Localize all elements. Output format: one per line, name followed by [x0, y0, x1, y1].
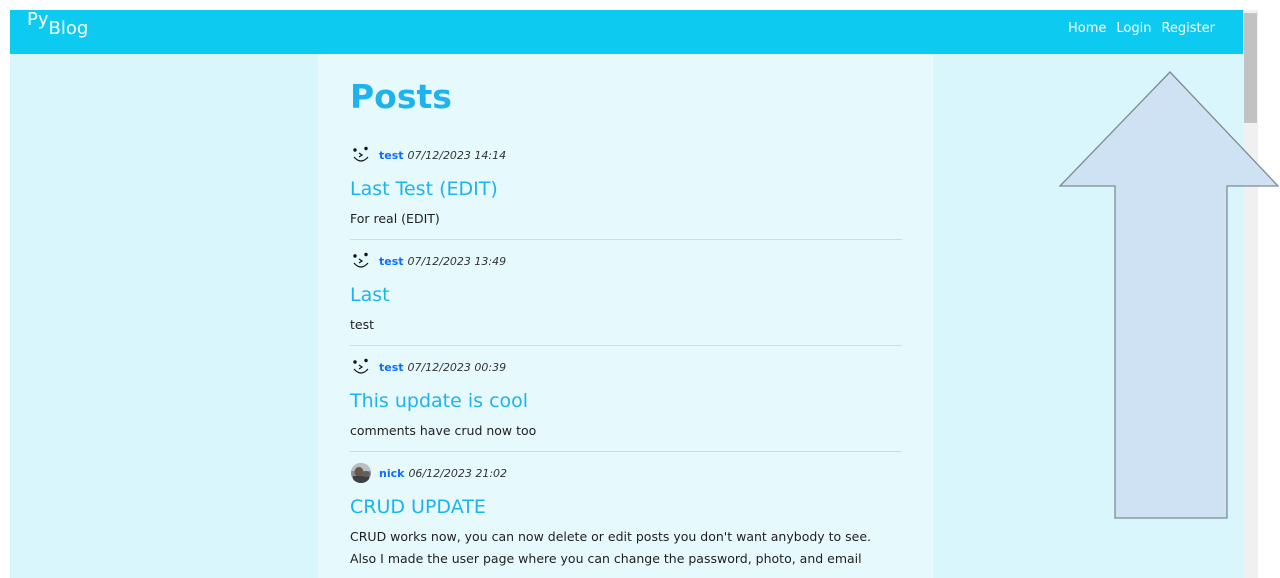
smiley-face-icon[interactable]	[350, 144, 372, 166]
post-body: For real (EDIT)	[350, 211, 440, 226]
page-viewport: PyBlog Home Login Register Posts test 07…	[10, 10, 1243, 578]
post-meta: test 07/12/2023 13:49	[350, 250, 506, 272]
post-title-link[interactable]: Last	[350, 282, 390, 308]
post-meta: nick 06/12/2023 21:02	[350, 462, 507, 484]
post-item: test 07/12/2023 13:49 Last test	[350, 250, 902, 346]
brand-suffix: Blog	[48, 18, 89, 39]
nav-links: Home Login Register	[1068, 20, 1215, 38]
post-author-link[interactable]: test	[379, 255, 404, 268]
smiley-face-icon[interactable]	[350, 356, 372, 378]
page-title: Posts	[350, 77, 452, 116]
post-body: CRUD works now, you can now delete or ed…	[350, 529, 872, 566]
post-author-link[interactable]: test	[379, 361, 404, 374]
scrollbar-thumb[interactable]	[1244, 13, 1257, 123]
posts-container: Posts test 07/12/2023 14:14 Last Test (E…	[318, 54, 933, 578]
post-body: comments have crud now too	[350, 423, 537, 438]
user-photo-icon[interactable]	[350, 462, 372, 484]
post-author-link[interactable]: nick	[379, 467, 404, 480]
brand-prefix: Py	[27, 10, 49, 30]
post-title-link[interactable]: Last Test (EDIT)	[350, 176, 498, 202]
post-author-link[interactable]: test	[379, 149, 404, 162]
post-title-link[interactable]: CRUD UPDATE	[350, 494, 486, 520]
post-date: 06/12/2023 21:02	[408, 466, 508, 480]
post-date: 07/12/2023 13:49	[407, 254, 507, 268]
nav-home-link[interactable]: Home	[1068, 20, 1106, 38]
post-body: test	[350, 317, 375, 332]
post-meta: test 07/12/2023 00:39	[350, 356, 506, 378]
vertical-scrollbar[interactable]	[1243, 10, 1258, 578]
post-item: test 07/12/2023 14:14 Last Test (EDIT) F…	[350, 144, 902, 240]
post-item: test 07/12/2023 00:39 This update is coo…	[350, 356, 902, 452]
brand-logo[interactable]: PyBlog	[27, 10, 89, 39]
smiley-face-icon[interactable]	[350, 250, 372, 272]
navbar: PyBlog Home Login Register	[10, 10, 1243, 54]
nav-register-link[interactable]: Register	[1161, 20, 1215, 38]
post-title-link[interactable]: This update is cool	[350, 388, 528, 414]
post-date: 07/12/2023 00:39	[407, 360, 507, 374]
nav-login-link[interactable]: Login	[1116, 20, 1151, 38]
post-date: 07/12/2023 14:14	[407, 148, 507, 162]
post-item: nick 06/12/2023 21:02 CRUD UPDATE CRUD w…	[350, 462, 902, 578]
post-meta: test 07/12/2023 14:14	[350, 144, 506, 166]
browser-page: PyBlog Home Login Register Posts test 07…	[0, 0, 1280, 578]
